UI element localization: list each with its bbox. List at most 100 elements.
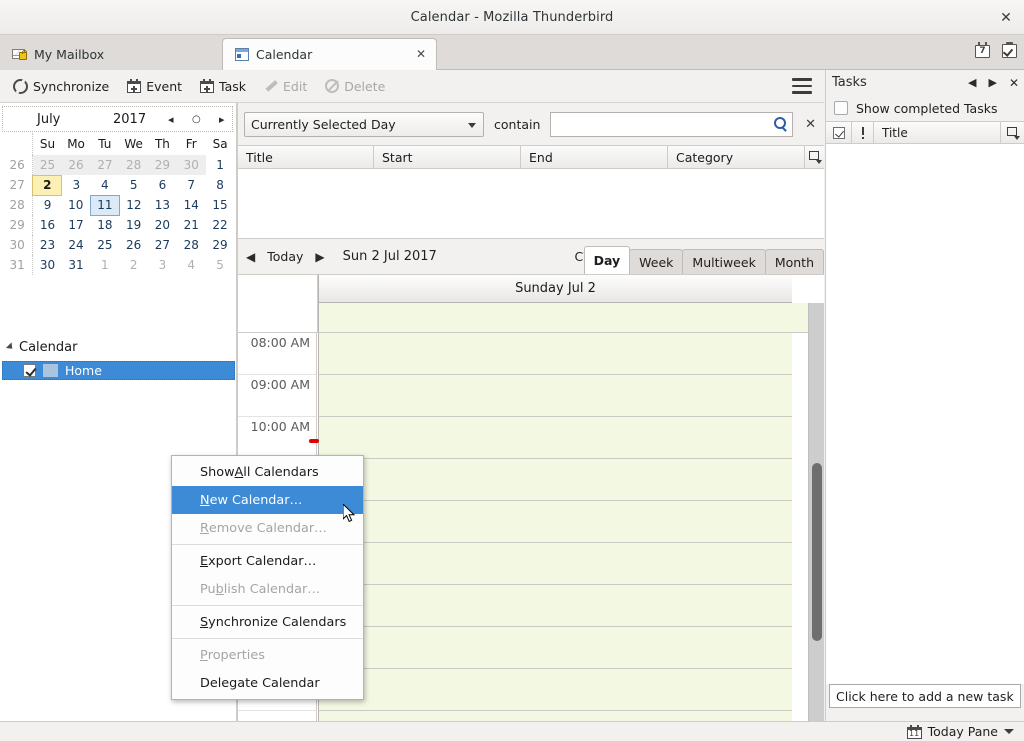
minicalendar-day-4[interactable]: 4 — [90, 175, 119, 195]
tab-my-mailbox[interactable]: My Mailbox — [0, 38, 222, 70]
hour-cell[interactable] — [318, 627, 792, 669]
minicalendar-day-25[interactable]: 25 — [32, 155, 62, 175]
tasks-list-body[interactable] — [826, 144, 1024, 684]
context-menu-item-new-calendar[interactable]: New Calendar… — [172, 486, 363, 514]
calendar-list-group-header[interactable]: Calendar — [0, 335, 237, 359]
context-menu-item-export-calendar[interactable]: Export Calendar… — [172, 547, 363, 575]
hour-cell[interactable] — [318, 501, 792, 543]
minicalendar-day-3[interactable]: 3 — [62, 175, 91, 195]
minicalendar-day-31[interactable]: 31 — [62, 255, 91, 275]
minicalendar-day-22[interactable]: 22 — [206, 215, 235, 235]
minicalendar-day-21[interactable]: 21 — [177, 215, 206, 235]
minicalendar-day-7[interactable]: 7 — [177, 175, 206, 195]
minicalendar-week-number[interactable]: 26 — [2, 155, 34, 175]
hour-cell[interactable] — [318, 333, 792, 375]
minicalendar-week-number[interactable]: 29 — [2, 215, 34, 235]
search-input-wrapper[interactable] — [550, 111, 794, 137]
show-completed-tasks-checkbox[interactable] — [834, 101, 848, 115]
context-menu-item-delegate-calendar[interactable]: Delegate Calendar — [172, 669, 363, 697]
show-completed-tasks-row[interactable]: Show completed Tasks — [826, 95, 1024, 121]
search-clear-button[interactable]: ✕ — [803, 117, 818, 132]
hour-cell[interactable] — [318, 543, 792, 585]
today-pane-next-button[interactable]: ▶ — [982, 76, 1002, 89]
minicalendar-day-29[interactable]: 29 — [148, 155, 177, 175]
minicalendar-day-8[interactable]: 8 — [206, 175, 235, 195]
minicalendar-day-1[interactable]: 1 — [206, 155, 235, 175]
calendar-tab-icon[interactable]: 7 — [974, 42, 991, 59]
context-menu-item-show-all-calendars[interactable]: Show All Calendars — [172, 458, 363, 486]
minicalendar-today-button[interactable]: ○ — [192, 114, 201, 125]
context-menu-item-synchronize-calendars[interactable]: Synchronize Calendars — [172, 608, 363, 636]
search-scope-select[interactable]: Currently Selected Day — [244, 111, 484, 137]
minicalendar-day-15[interactable]: 15 — [206, 195, 235, 215]
minicalendar-day-27[interactable]: 27 — [148, 235, 177, 255]
column-picker-icon[interactable] — [809, 151, 822, 164]
minicalendar-day-30[interactable]: 30 — [176, 155, 206, 175]
hour-cell[interactable] — [318, 585, 792, 627]
minicalendar-year-label[interactable]: 2017 — [113, 112, 146, 127]
minicalendar-week-number[interactable]: 28 — [2, 195, 34, 215]
minicalendar-day-28[interactable]: 28 — [177, 235, 206, 255]
minicalendar-day-25[interactable]: 25 — [90, 235, 119, 255]
minicalendar-week-number[interactable]: 27 — [2, 175, 34, 195]
minicalendar-day-26[interactable]: 26 — [119, 235, 148, 255]
hour-cell[interactable] — [318, 669, 792, 711]
minicalendar-day-11[interactable]: 11 — [89, 194, 120, 216]
view-tab-month[interactable]: Month — [764, 249, 824, 274]
minicalendar-day-4[interactable]: 4 — [177, 255, 206, 275]
minicalendar-prev-button[interactable]: ◂ — [168, 113, 174, 126]
minicalendar-day-3[interactable]: 3 — [148, 255, 177, 275]
view-tab-day[interactable]: Day — [583, 246, 631, 274]
minicalendar-day-19[interactable]: 19 — [119, 215, 148, 235]
tasks-column-picker[interactable] — [1001, 121, 1024, 144]
hour-cell[interactable] — [318, 459, 792, 501]
minicalendar-day-1[interactable]: 1 — [90, 255, 119, 275]
search-icon[interactable] — [774, 116, 787, 129]
minicalendar-day-14[interactable]: 14 — [177, 195, 206, 215]
minicalendar-day-5[interactable]: 5 — [119, 175, 148, 195]
event-column-end[interactable]: End — [521, 145, 668, 169]
minicalendar-day-27[interactable]: 27 — [90, 155, 120, 175]
today-pane-toggle-button[interactable]: 11 Today Pane — [906, 724, 1014, 739]
event-column-category[interactable]: Category — [668, 145, 805, 169]
new-task-input[interactable]: Click here to add a new task — [829, 684, 1021, 708]
event-column-title[interactable]: Title — [238, 145, 374, 169]
view-tab-week[interactable]: Week — [629, 249, 684, 274]
minicalendar-day-26[interactable]: 26 — [61, 155, 91, 175]
today-pane-prev-button[interactable]: ◀ — [962, 76, 982, 89]
column-picker-icon-wrap[interactable] — [805, 145, 824, 169]
event-column-start[interactable]: Start — [374, 145, 521, 169]
minicalendar-day-28[interactable]: 28 — [119, 155, 149, 175]
tasks-column-title[interactable]: Title — [874, 121, 1001, 144]
hour-cell[interactable] — [318, 417, 792, 459]
synchronize-button[interactable]: Synchronize — [6, 75, 116, 98]
hamburger-menu-icon[interactable] — [792, 78, 812, 94]
today-pane-close-button[interactable]: ✕ — [1003, 76, 1019, 90]
new-event-button[interactable]: Event — [120, 75, 189, 98]
day-grid-scrollbar[interactable] — [808, 303, 824, 721]
minicalendar-day-24[interactable]: 24 — [62, 235, 91, 255]
new-task-button[interactable]: Task — [193, 75, 253, 98]
minicalendar-day-12[interactable]: 12 — [119, 195, 148, 215]
tab-calendar-close-icon[interactable]: ✕ — [416, 48, 426, 60]
minicalendar-month-label[interactable]: July — [37, 112, 60, 127]
dayview-prev-button[interactable]: ◀ — [238, 250, 263, 264]
event-list-body[interactable] — [238, 169, 824, 238]
minicalendar-week-number[interactable]: 30 — [2, 235, 34, 255]
dayview-today-button[interactable]: Today — [263, 249, 307, 264]
minicalendar-day-18[interactable]: 18 — [90, 215, 119, 235]
minicalendar-day-20[interactable]: 20 — [148, 215, 177, 235]
day-column-header[interactable]: Sunday Jul 2 — [318, 275, 792, 303]
minicalendar-day-13[interactable]: 13 — [148, 195, 177, 215]
tab-calendar[interactable]: Calendar ✕ — [222, 38, 437, 70]
minicalendar-day-23[interactable]: 23 — [33, 235, 62, 255]
minicalendar-day-6[interactable]: 6 — [148, 175, 177, 195]
search-input[interactable] — [557, 115, 787, 133]
minicalendar-week-number[interactable]: 31 — [2, 255, 34, 275]
hour-cell[interactable] — [318, 711, 792, 721]
allday-events-row[interactable] — [318, 303, 808, 333]
minicalendar-day-29[interactable]: 29 — [206, 235, 235, 255]
minicalendar-next-button[interactable]: ▸ — [219, 113, 225, 126]
minicalendar-day-2[interactable]: 2 — [119, 255, 148, 275]
view-tab-multiweek[interactable]: Multiweek — [682, 249, 766, 274]
